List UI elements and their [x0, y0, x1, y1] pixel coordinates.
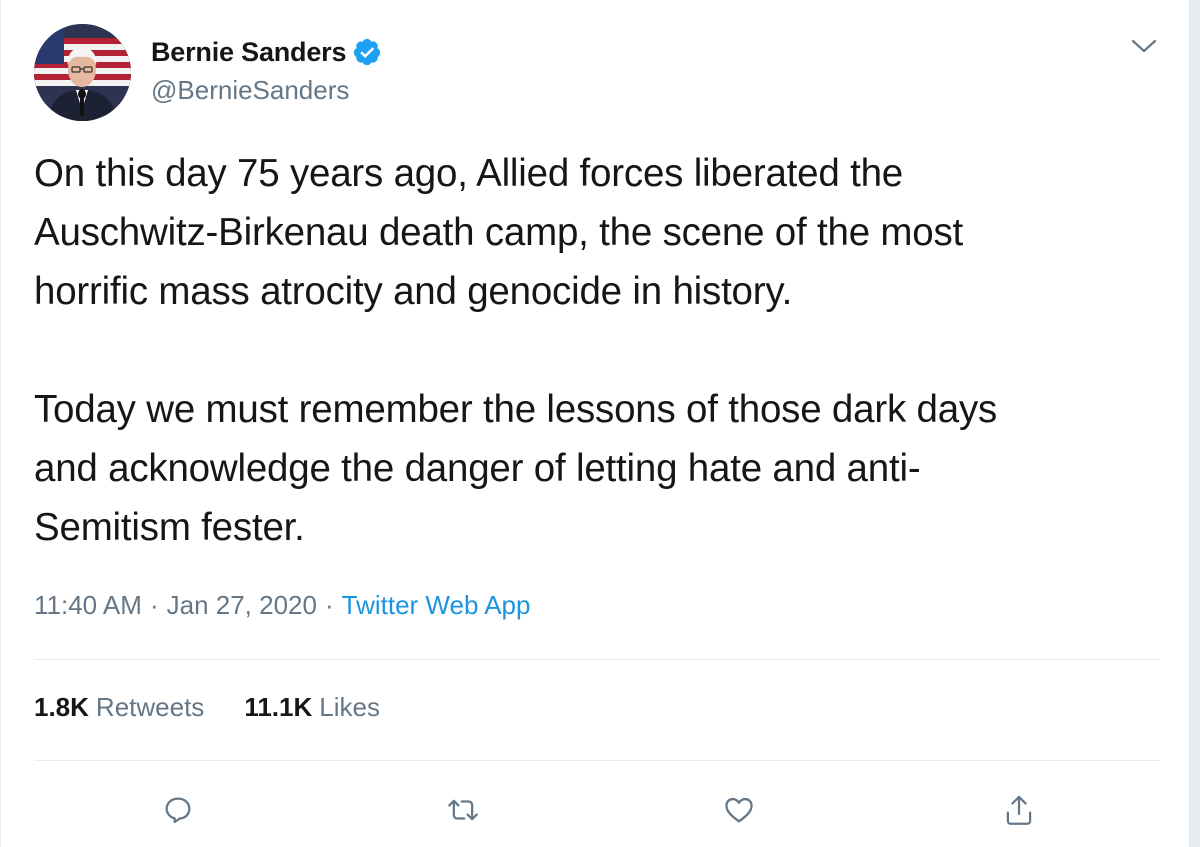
heart-icon	[722, 794, 756, 826]
tweet-card: Bernie Sanders @BernieSanders On this da…	[0, 0, 1190, 847]
divider	[34, 760, 1160, 761]
author-display-name[interactable]: Bernie Sanders	[151, 37, 346, 68]
tweet-time[interactable]: 11:40 AM	[34, 590, 142, 621]
retweets-stat[interactable]: 1.8K Retweets	[34, 692, 204, 723]
author-handle[interactable]: @BernieSanders	[151, 75, 349, 106]
like-button[interactable]	[717, 788, 761, 832]
retweets-count: 1.8K	[34, 692, 89, 722]
tweet-actions	[1, 788, 1191, 832]
author-name-row: Bernie Sanders	[151, 34, 382, 70]
tweet-date[interactable]: Jan 27, 2020	[167, 590, 317, 621]
avatar[interactable]	[34, 24, 131, 121]
retweet-icon	[446, 794, 480, 826]
divider	[34, 659, 1160, 660]
meta-separator: ·	[149, 590, 159, 620]
reply-icon	[162, 794, 194, 826]
tweet-stats: 1.8K Retweets 11.1K Likes	[34, 692, 380, 723]
share-button[interactable]	[997, 788, 1041, 832]
tweet-metadata: 11:40 AM · Jan 27, 2020 · Twitter Web Ap…	[34, 590, 530, 621]
tweet-text: On this day 75 years ago, Allied forces …	[34, 152, 998, 549]
chevron-down-icon[interactable]	[1129, 34, 1159, 60]
likes-count: 11.1K	[244, 692, 313, 722]
likes-stat[interactable]: 11.1K Likes	[244, 692, 380, 723]
reply-button[interactable]	[156, 788, 200, 832]
retweet-button[interactable]	[441, 788, 485, 832]
avatar-image	[34, 24, 131, 121]
verified-badge-icon	[352, 37, 382, 67]
likes-label: Likes	[319, 692, 380, 722]
tweet-source-link[interactable]: Twitter Web App	[342, 590, 531, 621]
retweets-label: Retweets	[95, 692, 205, 722]
share-icon	[1003, 793, 1035, 827]
meta-separator: ·	[324, 590, 334, 620]
